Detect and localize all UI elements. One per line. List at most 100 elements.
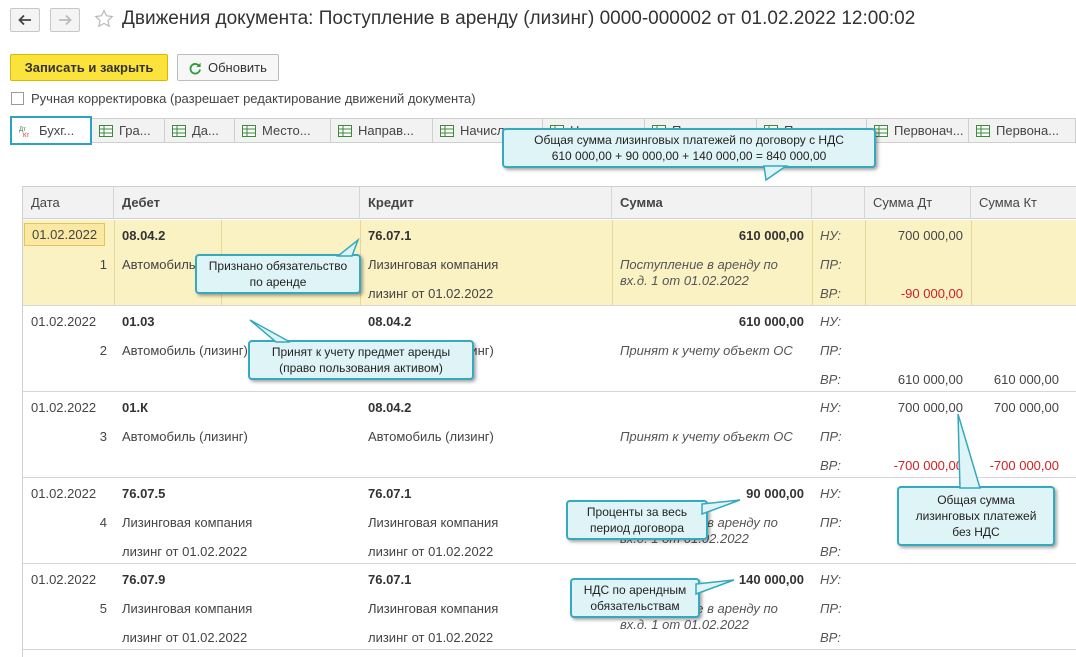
posting-content: Принят к учету объект ОС [620,429,793,444]
column-amount-dt[interactable]: Сумма Дт [865,187,971,219]
table-icon [440,124,454,137]
credit-account: 08.04.2 [368,314,412,329]
debit-subconto-1: Автомобиль (лизинг) [122,429,248,444]
credit-account: 08.04.2 [368,400,412,415]
tab-9[interactable]: Первонач... [867,118,969,143]
callout-pointer [701,499,741,516]
column-credit[interactable]: Кредит [360,187,612,219]
debit-account: 08.04.2 [122,228,166,243]
debit-subconto-1: Лизинговая компания [122,515,253,530]
dt-kt-icon: Дт Кт [19,127,29,137]
callout-text: без НДС [952,525,1000,539]
tab-10[interactable]: Первона... [969,118,1076,143]
callout-text: Проценты за весь [586,505,688,519]
row-number: 3 [99,429,107,444]
callout-text: 610 000,00 + 90 000,00 + 140 000,00 = 84… [551,149,827,163]
table-row[interactable]: 01.02.2022 1 08.04.2 Автомобиль (лизинг) 76.… [23,220,1076,306]
callout-pointer [695,579,735,596]
row-divider [812,220,813,306]
debit-account: 76.07.9 [122,572,166,587]
credit-subconto-1: Автомобиль (лизинг) [368,429,494,444]
tab-2[interactable]: Да... [165,118,235,143]
debit-account: 01.К [122,400,149,415]
forward-button[interactable] [50,8,80,32]
callout-liability: Признано обязательство по аренде [195,254,361,294]
tab-3[interactable]: Место... [235,118,331,143]
label-pr: ПР: [820,429,842,444]
callout-pointer [249,319,291,343]
callout-text: (право пользования активом) [279,361,443,375]
column-debit[interactable]: Дебет [114,187,360,219]
credit-account: 76.07.1 [368,486,412,501]
row-divider [971,220,972,306]
callout-text: обязательствам [590,599,680,613]
callout-pointer [957,413,982,489]
table-icon [874,124,888,137]
table-row[interactable]: 01.02.2022 3 01.К Автомобиль (лизинг) 08.04.… [23,392,1076,478]
label-vr: ВР: [820,630,841,645]
table-row[interactable]: 01.02.2022 2 01.03 Автомобиль (лизинг) 08.04… [23,306,1076,392]
debit-subconto-2: лизинг от 01.02.2022 [122,544,248,559]
tab-label: Направ... [358,123,414,138]
callout-total-without-vat: Общая сумма лизинговых платежей без НДС [897,486,1055,546]
callout-text: Признано обязательство [208,259,348,273]
label-pr: ПР: [820,257,842,272]
table-icon [338,124,352,137]
column-date[interactable]: Дата [23,187,114,219]
row-number: 5 [99,601,107,616]
debit-subconto-2: лизинг от 01.02.2022 [122,630,248,645]
debit-subconto-1: Лизинговая компания [122,601,253,616]
callout-text: Общая сумма лизинговых платежей по догов… [534,133,844,147]
row-date: 01.02.2022 [24,223,106,246]
credit-subconto-2: лизинг от 01.02.2022 [368,286,494,301]
table-row[interactable]: 01.02.2022 5 76.07.9 Лизинговая компания лиз… [23,564,1076,650]
credit-account: 76.07.1 [368,572,412,587]
posting-amount: 610 000,00 [738,228,804,243]
column-amount[interactable]: Сумма [612,187,812,219]
back-button[interactable] [10,8,40,32]
table-icon [99,124,113,137]
callout-pointer [763,165,789,182]
posting-amount: 610 000,00 [738,314,804,329]
callout-total-with-vat: Общая сумма лизинговых платежей по догов… [502,128,876,168]
credit-subconto-1: Лизинговая компания [368,257,499,272]
callout-pointer [335,237,360,257]
label-vr: ВР: [820,286,841,301]
amount-vr-dt: -700 000,00 [893,458,963,473]
callout-text: Принят к учету предмет аренды [271,345,451,359]
label-nu: НУ: [820,228,842,243]
tab-label: Первона... [996,123,1060,138]
tab-1[interactable]: Гра... [92,118,165,143]
tab-label: Да... [192,123,219,138]
amount-nu-dt: 700 000,00 [897,400,963,415]
save-and-close-button[interactable]: Записать и закрыть [10,54,168,81]
callout-vat: НДС по арендным обязательствам [570,578,700,618]
label-nu: НУ: [820,400,842,415]
label-nu: НУ: [820,486,842,501]
row-date: 01.02.2022 [31,400,97,415]
row-divider [114,220,115,306]
row-date: 01.02.2022 [31,572,97,587]
refresh-button[interactable]: Обновить [177,54,279,81]
column-amount-kt[interactable]: Сумма Кт [971,187,1076,219]
callout-text: период договора [589,521,685,535]
column-accounting-type [812,187,865,219]
credit-subconto-2: лизинг от 01.02.2022 [368,544,494,559]
debit-subconto-1: Автомобиль (лизинг) [122,343,248,358]
tab-label: Первонач... [894,123,964,138]
tab-label: Бухг... [39,123,75,138]
refresh-label: Обновить [208,60,267,75]
manual-correction-checkbox[interactable] [11,92,24,105]
amount-vr-dt: 610 000,00 [897,372,963,387]
amount-vr-dt: -90 000,00 [900,286,963,301]
table-icon [242,124,256,137]
star-icon[interactable] [94,9,114,29]
tab-accounting[interactable]: Дт Кт Бухг... [10,116,92,145]
table-icon [976,124,990,137]
label-vr: ВР: [820,372,841,387]
callout-interest: Проценты за весь период договора [566,500,708,540]
manual-correction-row[interactable]: Ручная корректировка (разрешает редактир… [11,91,476,106]
tab-4[interactable]: Направ... [331,118,433,143]
label-vr: ВР: [820,458,841,473]
credit-subconto-2: лизинг от 01.02.2022 [368,630,494,645]
